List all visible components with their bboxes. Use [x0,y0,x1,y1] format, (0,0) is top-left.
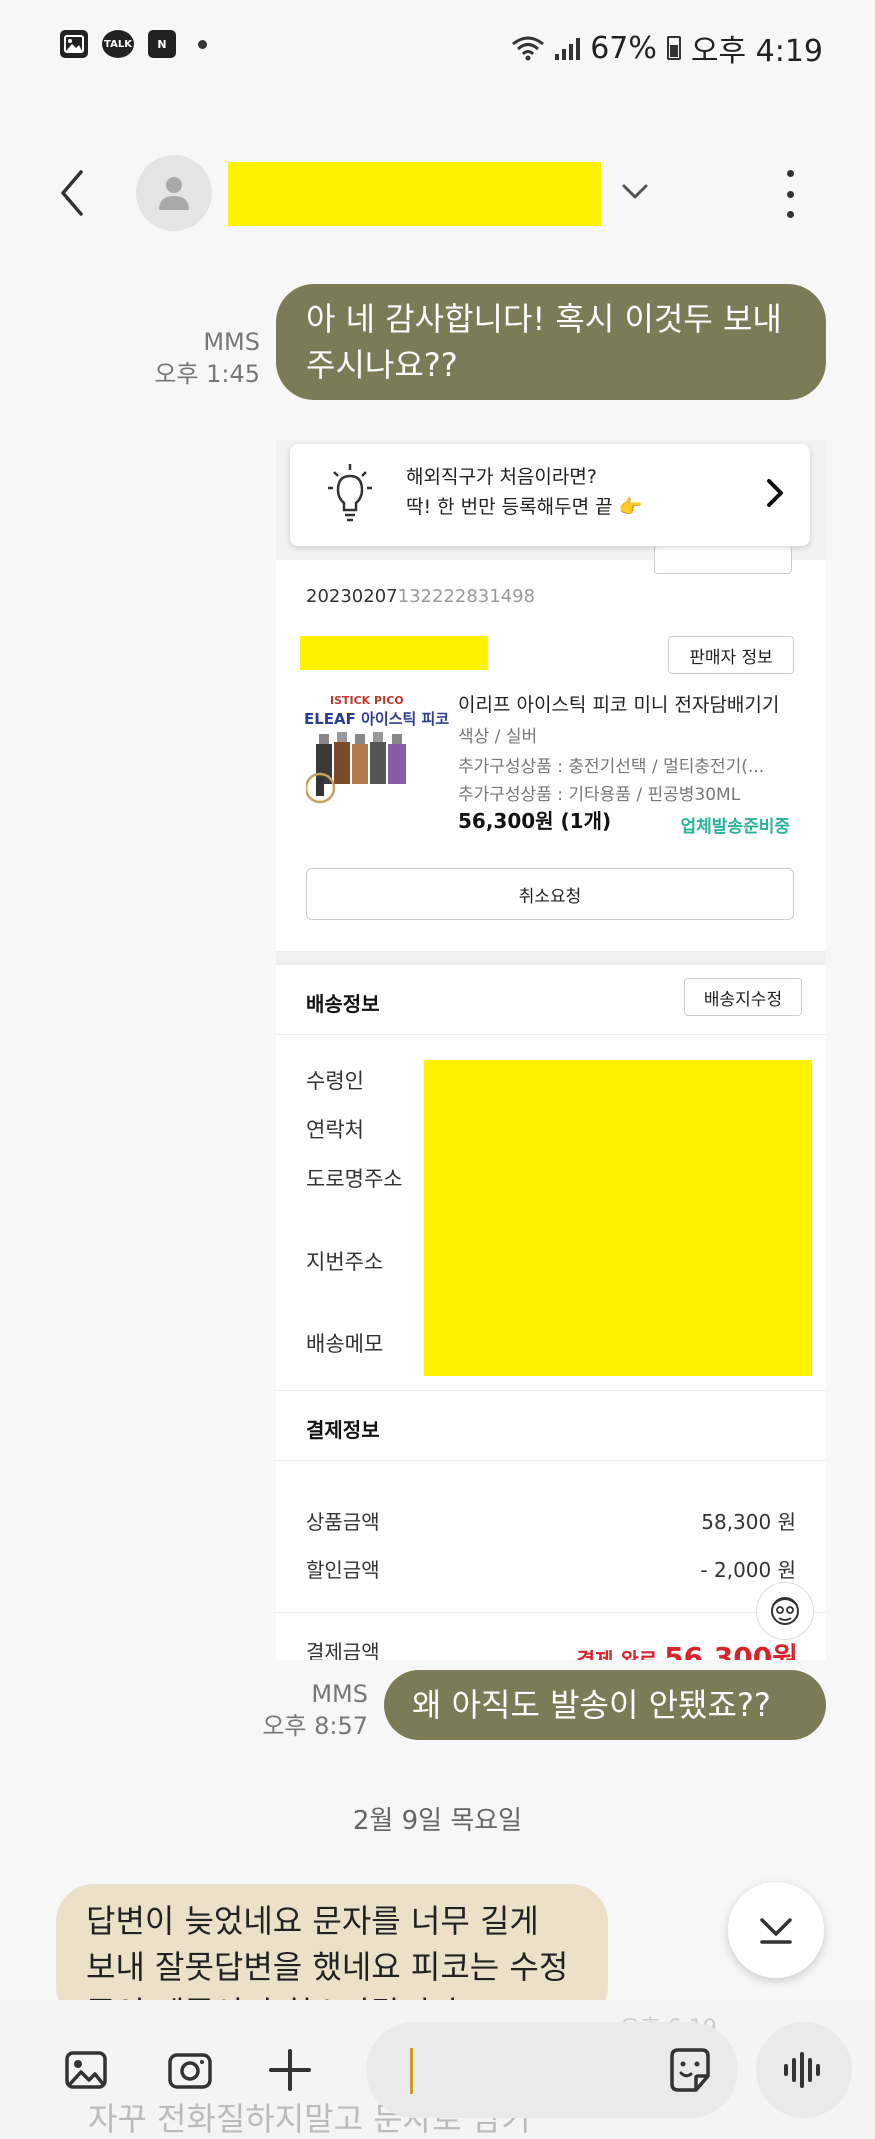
message-meta: MMS 오후 1:45 [100,326,260,390]
signal-icon [555,36,581,60]
scroll-to-bottom-button[interactable] [728,1882,824,1978]
message-text: 아 네 감사합니다! 혹시 이것두 보내주시나요?? [306,300,782,384]
payment-label: 할인금액 [306,1558,380,1582]
cancel-request-button: 취소요청 [306,868,794,920]
plus-icon[interactable] [266,2046,314,2094]
clock: 오후 4:19 [690,34,823,69]
message-meta: MMS 오후 8:57 [200,1678,368,1742]
wifi-icon [512,36,545,61]
promo-line-2: 딱! 한 번만 등록해두면 끝 👉 [406,496,643,518]
voice-icon [784,2052,820,2088]
chevron-right-icon [767,479,783,507]
status-bar: TALK N 67% 오후 4:19 [0,0,875,95]
shipping-label: 배송메모 [306,1332,384,1356]
divider [276,1034,826,1035]
person-icon [159,177,189,210]
shipping-label: 수령인 [306,1069,364,1093]
gallery-notification-icon [60,30,88,58]
message-input[interactable] [366,2022,738,2118]
back-icon[interactable] [55,168,95,218]
gallery-icon[interactable] [62,2046,110,2094]
contact-avatar[interactable] [136,155,212,231]
lightbulb-icon [328,464,372,522]
payment-label: 상품금액 [306,1510,380,1534]
outgoing-message-bubble[interactable]: 왜 아직도 발송이 안됐죠?? [384,1670,826,1740]
contact-name-redacted[interactable] [228,162,601,226]
outgoing-message-bubble[interactable]: 아 네 감사합니다! 혹시 이것두 보내주시나요?? [276,284,826,400]
battery-icon [666,36,681,60]
shipping-details-redacted [424,1060,812,1376]
message-type-label: MMS [311,1680,368,1708]
chatbot-face-icon [756,1582,814,1640]
promo-line-1: 해외직구가 처음이라면? [406,466,597,488]
divider [276,1390,826,1391]
product-option: 추가구성상품 : 기타용품 / 핀공병30ML [458,785,741,805]
seller-info-button: 판매자 정보 [668,636,794,674]
shipping-status: 업체발송준비중 [680,817,790,837]
payment-value: - 2,000 원 [700,1558,796,1582]
product-option: 추가구성상품 : 충전기선택 / 멀티충전기(... [458,757,765,777]
chevron-down-icon[interactable] [620,180,650,204]
message-composer: 오후 6:19 자꾸 전화질하지말고 문자로 남기 [0,2000,875,2139]
product-price: 56,300원 (1개) [458,809,612,833]
payment-total-label: 결제금액 [306,1640,380,1660]
message-type-label: MMS [203,328,260,356]
message-time: 오후 8:57 [262,1712,368,1740]
section-divider [276,951,826,965]
battery-percent: 67% [590,30,657,66]
shipping-label: 연락처 [306,1118,364,1142]
voice-record-button[interactable] [756,2022,852,2118]
naver-notification-icon: N [148,30,176,58]
text-cursor [410,2048,413,2094]
edit-address-button: 배송지수정 [684,978,802,1016]
divider [276,1612,826,1613]
message-text: 왜 아직도 발송이 안됐죠?? [412,1686,771,1724]
product-option: 색상 / 실버 [458,727,538,747]
message-time: 오후 1:45 [154,360,260,388]
shipping-label: 지번주소 [306,1250,384,1274]
payment-value: 58,300 원 [701,1510,796,1534]
divider [276,1460,826,1461]
camera-icon[interactable] [166,2046,214,2094]
more-notifications-icon [198,39,207,49]
conversation-header [0,150,875,235]
product-image: ISTICK PICO ELEAF 아이스틱 피코 [302,688,449,806]
chevron-down-icon [760,1918,792,1944]
product-title: 이리프 아이스틱 피코 미니 전자담배기기 [458,694,780,716]
payment-section-title: 결제정보 [306,1418,380,1442]
promo-banner: 해외직구가 처음이라면? 딱! 한 번만 등록해두면 끝 👉 [290,444,810,546]
image-attachment[interactable]: 해외직구가 처음이라면? 딱! 한 번만 등록해두면 끝 👉 202302071… [276,440,826,1660]
seller-name-redacted [300,636,488,670]
payment-total: 결제 완료 56,300원 [576,1641,798,1660]
kakaotalk-notification-icon: TALK [102,30,134,58]
shipping-label: 도로명주소 [306,1167,403,1191]
more-options-icon[interactable] [780,170,800,218]
hidden-button [654,546,792,574]
order-number: 20230207132222831498 [306,586,536,607]
shipping-section-title: 배송정보 [306,992,380,1016]
payment-section: 결제정보 상품금액 58,300 원 할인금액 - 2,000 원 결제금액 결… [276,1390,826,1660]
sticker-icon[interactable] [666,2046,714,2094]
date-separator: 2월 9일 목요일 [352,1806,523,1836]
